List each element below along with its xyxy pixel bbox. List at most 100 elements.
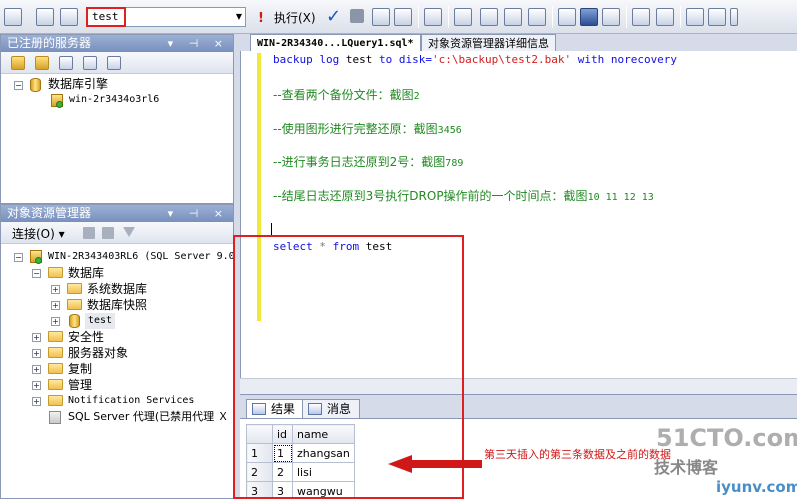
connect-icon[interactable] (36, 8, 54, 26)
folder-icon (48, 379, 63, 390)
execute-label: 执行(X) (274, 11, 316, 25)
sql-agent-icon (49, 411, 61, 424)
tree-node-sql-agent[interactable]: SQL Server 代理(已禁用代理 Ｘ (68, 409, 229, 425)
disconnect-icon[interactable] (60, 8, 78, 26)
results-to-text-icon[interactable] (480, 8, 498, 26)
code-keyword: log (319, 53, 340, 66)
toolbar-overflow-icon[interactable] (730, 8, 738, 26)
stop-icon[interactable] (102, 227, 114, 239)
increase-indent-icon[interactable] (708, 8, 726, 26)
expand-icon[interactable]: + (32, 365, 41, 374)
folder-icon (48, 347, 63, 358)
toolbar-separator (552, 6, 553, 28)
code-comment: --查看两个备份文件：截图2 (273, 86, 420, 103)
execute-button[interactable]: ! 执行(X) (258, 8, 316, 28)
client-statistics-icon[interactable] (580, 8, 598, 26)
reporting-services-icon[interactable] (59, 56, 73, 70)
design-query-icon[interactable] (424, 8, 442, 26)
intellisense-icon[interactable] (454, 8, 472, 26)
tab-object-explorer-details[interactable]: 对象资源管理器详细信息 (421, 34, 556, 51)
integration-services-icon[interactable] (107, 56, 121, 70)
comment-number: 789 (445, 158, 464, 169)
comment-text: --进行事务日志还原到2号：截图 (273, 155, 446, 169)
tree-node-security[interactable]: 安全性 (68, 329, 104, 345)
comment-text: --结尾日志还原到3号执行DROP操作前的一个时间点：截图 (273, 189, 588, 203)
code-string: 'c:\backup\test2.bak' (432, 53, 572, 66)
tree-node-system-databases[interactable]: 系统数据库 (87, 281, 147, 297)
decrease-indent-icon[interactable] (686, 8, 704, 26)
registered-servers-toolbar (1, 52, 233, 74)
comment-number: 10 11 12 13 (587, 192, 654, 203)
cancel-query-icon[interactable] (350, 9, 364, 23)
display-plan-icon[interactable] (372, 8, 390, 26)
tree-node-server-objects[interactable]: 服务器对象 (68, 345, 128, 361)
expand-icon[interactable]: + (51, 317, 60, 326)
object-explorer-panel: 对象资源管理器 ▾ ⊣ × 连接(O) ▾ − WIN-2R343403RL6 … (0, 204, 235, 499)
server-running-icon (35, 257, 42, 264)
expand-icon[interactable]: + (32, 381, 41, 390)
toolbar-separator (680, 6, 681, 28)
expand-icon[interactable]: + (32, 333, 41, 342)
sqlcmd-mode-icon[interactable] (602, 8, 620, 26)
folder-icon (48, 267, 63, 278)
main-toolbar: test ▼ ! 执行(X) ✓ (0, 0, 797, 34)
code-keyword: to (379, 53, 393, 66)
tree-node-management[interactable]: 管理 (68, 377, 92, 393)
database-engine-icon[interactable] (11, 56, 25, 70)
expand-icon[interactable]: + (51, 301, 60, 310)
results-to-file-icon[interactable] (528, 8, 546, 26)
expand-icon[interactable]: + (51, 285, 60, 294)
filter-icon[interactable] (123, 227, 135, 237)
tree-node-server[interactable]: win-2r3434o3rl6 (69, 92, 159, 108)
folder-icon (67, 283, 82, 294)
query-options-icon[interactable] (394, 8, 412, 26)
code-keyword: backup (273, 53, 313, 66)
annotation-text: 第三天插入的第三条数据及之前的数据 (484, 448, 671, 461)
connect-button[interactable]: 连接(O) ▾ (12, 225, 65, 242)
compact-edition-icon[interactable] (83, 56, 97, 70)
tree-node-database-snapshots[interactable]: 数据库快照 (87, 297, 147, 313)
panel-header-buttons[interactable]: ▾ ⊣ × (168, 205, 229, 222)
code-comment: --结尾日志还原到3号执行DROP操作前的一个时间点：截图10 11 12 13 (273, 187, 654, 204)
collapse-icon[interactable]: − (14, 253, 23, 262)
registered-servers-title: 已注册的服务器 (7, 36, 92, 50)
new-query-icon[interactable] (4, 8, 22, 26)
expand-icon[interactable]: + (32, 397, 41, 406)
comment-out-icon[interactable] (632, 8, 650, 26)
chevron-down-icon[interactable]: ▼ (233, 8, 245, 26)
code-identifier: test (345, 53, 373, 66)
tree-node-test-database[interactable]: test (85, 313, 116, 329)
folder-icon (48, 331, 63, 342)
toolbar-separator (448, 6, 449, 28)
folder-icon (48, 363, 63, 374)
parse-check-icon[interactable]: ✓ (326, 6, 341, 27)
uncomment-icon[interactable] (656, 8, 674, 26)
results-to-grid-icon[interactable] (504, 8, 522, 26)
analysis-services-icon[interactable] (35, 56, 49, 70)
watermark-site-secondary: iyunv.com (716, 478, 797, 496)
document-tabs: WIN-2R34340...LQuery1.sql* 对象资源管理器详细信息 (240, 34, 797, 51)
toolbar-separator (626, 6, 627, 28)
collapse-icon[interactable]: − (32, 269, 41, 278)
panel-header-buttons[interactable]: ▾ ⊣ × (168, 35, 229, 52)
disconnect-icon[interactable] (83, 227, 95, 239)
code-keyword: norecovery (610, 53, 678, 66)
database-engine-node-icon (30, 78, 41, 92)
registered-servers-panel: 已注册的服务器 ▾ ⊣ × − 数据库引擎 win-2r3434o3rl6 (0, 34, 234, 204)
include-plan-icon[interactable] (558, 8, 576, 26)
tree-node-notification-services[interactable]: Notification Services (68, 393, 194, 409)
comment-number: 3456 (437, 125, 462, 136)
tab-query-editor[interactable]: WIN-2R34340...LQuery1.sql* (250, 34, 421, 51)
tree-node-database-engine[interactable]: 数据库引擎 (48, 76, 108, 92)
collapse-icon[interactable]: − (14, 81, 23, 90)
database-select-highlight (86, 7, 126, 27)
expand-icon[interactable]: + (32, 349, 41, 358)
tree-node-server[interactable]: WIN-2R343403RL6 (SQL Server 9.0 (48, 249, 235, 265)
folder-icon (67, 299, 82, 310)
object-explorer-toolbar: 连接(O) ▾ (1, 222, 233, 244)
code-line-backup: backup log test to disk='c:\backup\test2… (273, 53, 677, 66)
tree-node-databases[interactable]: 数据库 (68, 265, 104, 281)
tree-node-replication[interactable]: 复制 (68, 361, 92, 377)
watermark-site: 51CTO.com (656, 424, 797, 452)
toolbar-separator (418, 6, 419, 28)
